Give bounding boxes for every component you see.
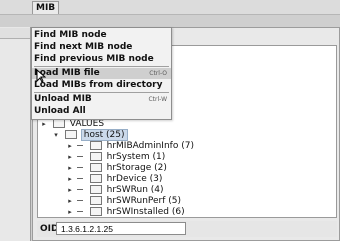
menu-item-load-mibs-from-directory[interactable]: Load MIBs from directory [32, 80, 171, 91]
menu-item-find-next-mib-node[interactable]: Find next MIB node [32, 42, 171, 53]
mib-menu-label: MIB [36, 3, 56, 13]
tree-line-icon [76, 189, 83, 190]
tree-label: hrStorage (2) [106, 163, 167, 173]
expand-toggle-icon[interactable]: ▸ [66, 163, 74, 174]
menu-item-label: Find previous MIB node [34, 54, 154, 64]
tree-line-icon [76, 200, 83, 201]
expand-toggle-icon[interactable]: ▸ [66, 207, 74, 218]
mib-dropdown-menu: Find MIB node Find next MIB node Find pr… [31, 27, 172, 120]
menu-item-label: Find next MIB node [34, 42, 133, 52]
left-panel [0, 27, 31, 241]
oid-bar: OID [37, 221, 337, 237]
tree-node-values[interactable]: ▸ VALUES [40, 119, 104, 130]
menu-item-unload-mib[interactable]: Unload MIB Ctrl-W [32, 94, 171, 105]
folder-icon [89, 174, 102, 183]
tree-node-hrswrun[interactable]: ▸ hrSWRun (4) [66, 185, 164, 196]
expand-toggle-icon[interactable]: ▸ [66, 185, 74, 196]
tree-node-hrmibadmininfo[interactable]: ▸ hrMIBAdminInfo (7) [66, 141, 194, 152]
folder-icon [89, 196, 102, 205]
menu-item-label: Load MIBs from directory [34, 80, 163, 90]
tree-line-icon [76, 145, 83, 146]
menu-item-label: Find MIB node [34, 30, 107, 40]
folder-icon [89, 152, 102, 161]
menu-item-unload-all[interactable]: Unload All [32, 106, 171, 117]
expand-toggle-icon[interactable]: ▸ [66, 174, 74, 185]
tree-line-icon [76, 211, 83, 212]
folder-icon [89, 207, 102, 216]
tree-node-hrsystem[interactable]: ▸ hrSystem (1) [66, 152, 165, 163]
tree-node-hrswrunperf[interactable]: ▸ hrSWRunPerf (5) [66, 196, 181, 207]
menu-separator [34, 92, 169, 93]
tree-node-host[interactable]: ▾ host (25) [52, 129, 128, 141]
mib-menu[interactable]: MIB [32, 1, 60, 14]
shortcut-label: Ctrl-O [149, 70, 167, 77]
tree-label: hrDevice (3) [106, 174, 163, 184]
tree-label: hrSWInstalled (6) [106, 207, 185, 217]
mouse-cursor-icon [36, 69, 46, 83]
folder-icon [89, 163, 102, 172]
folder-icon [89, 141, 102, 150]
left-panel-tab[interactable] [0, 28, 30, 39]
tree-line-icon [76, 167, 83, 168]
tree-line-icon [76, 156, 83, 157]
expand-toggle-icon[interactable]: ▸ [66, 152, 74, 163]
shortcut-label: Ctrl-W [148, 96, 167, 103]
menu-separator [34, 66, 169, 67]
tree-label-host: host (25) [80, 129, 128, 141]
tree-node-hrstorage[interactable]: ▸ hrStorage (2) [66, 163, 167, 174]
expand-toggle-icon[interactable]: ▸ [66, 141, 74, 152]
folder-icon [52, 119, 65, 128]
tree-label: hrSWRun (4) [106, 185, 164, 195]
expand-toggle-icon[interactable]: ▾ [52, 130, 60, 141]
oid-input[interactable] [56, 222, 186, 235]
tree-label: hrSystem (1) [106, 152, 166, 162]
tree-label: hrSWRunPerf (5) [106, 196, 182, 206]
menu-item-label: Unload MIB [34, 94, 92, 104]
menu-bar: MIB [0, 0, 340, 15]
menu-item-find-mib-node[interactable]: Find MIB node [32, 30, 171, 41]
menu-item-load-mib-file[interactable]: Load MIB file Ctrl-O [32, 68, 171, 79]
menu-item-find-previous-mib-node[interactable]: Find previous MIB node [32, 54, 171, 65]
menu-item-label: Unload All [34, 106, 86, 116]
folder-icon [64, 130, 77, 139]
expand-toggle-icon[interactable]: ▸ [40, 119, 48, 130]
tree-label: hrMIBAdminInfo (7) [106, 141, 194, 151]
tree-line-icon [76, 178, 83, 179]
expand-toggle-icon[interactable]: ▸ [66, 196, 74, 207]
tree-node-hrdevice[interactable]: ▸ hrDevice (3) [66, 174, 162, 185]
tree-label-values: VALUES [69, 119, 105, 129]
folder-icon [89, 185, 102, 194]
tree-node-hrswinstalled[interactable]: ▸ hrSWInstalled (6) [66, 207, 185, 218]
